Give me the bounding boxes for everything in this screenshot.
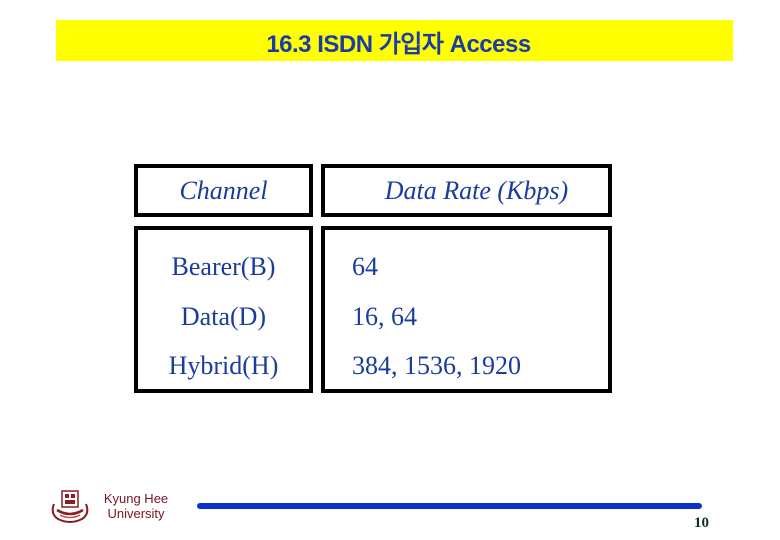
institution-name-line2: University xyxy=(107,506,165,521)
title-banner: 16.3 ISDN 가입자 Access xyxy=(56,20,733,61)
footer-divider xyxy=(197,503,702,509)
institution-name-line1: Kyung Hee xyxy=(103,491,169,506)
university-crest-icon xyxy=(51,490,89,523)
header-cell-channel: Channel xyxy=(134,164,313,217)
channel-cell: Bearer(B) xyxy=(171,252,276,281)
channel-cell: Data(D) xyxy=(180,302,267,331)
data-rate-cell: 64 xyxy=(352,252,378,281)
header-cell-data-rate: Data Rate (Kbps) xyxy=(321,164,612,217)
data-rate-column: 64 16, 64 384, 1536, 1920 xyxy=(321,226,612,393)
column-header-channel: Channel xyxy=(179,175,268,205)
channel-cell: Hybrid(H) xyxy=(168,351,279,380)
slide-title: 16.3 ISDN 가입자 Access xyxy=(266,31,531,58)
data-rate-cell: 16, 64 xyxy=(352,302,417,331)
data-rate-cell: 384, 1536, 1920 xyxy=(352,351,521,380)
page-number: 10 xyxy=(694,515,709,531)
institution-name: Kyung Hee University xyxy=(96,491,176,521)
channel-column: Bearer(B) Data(D) Hybrid(H) xyxy=(134,226,313,393)
column-header-data-rate: Data Rate (Kbps) xyxy=(384,175,569,205)
